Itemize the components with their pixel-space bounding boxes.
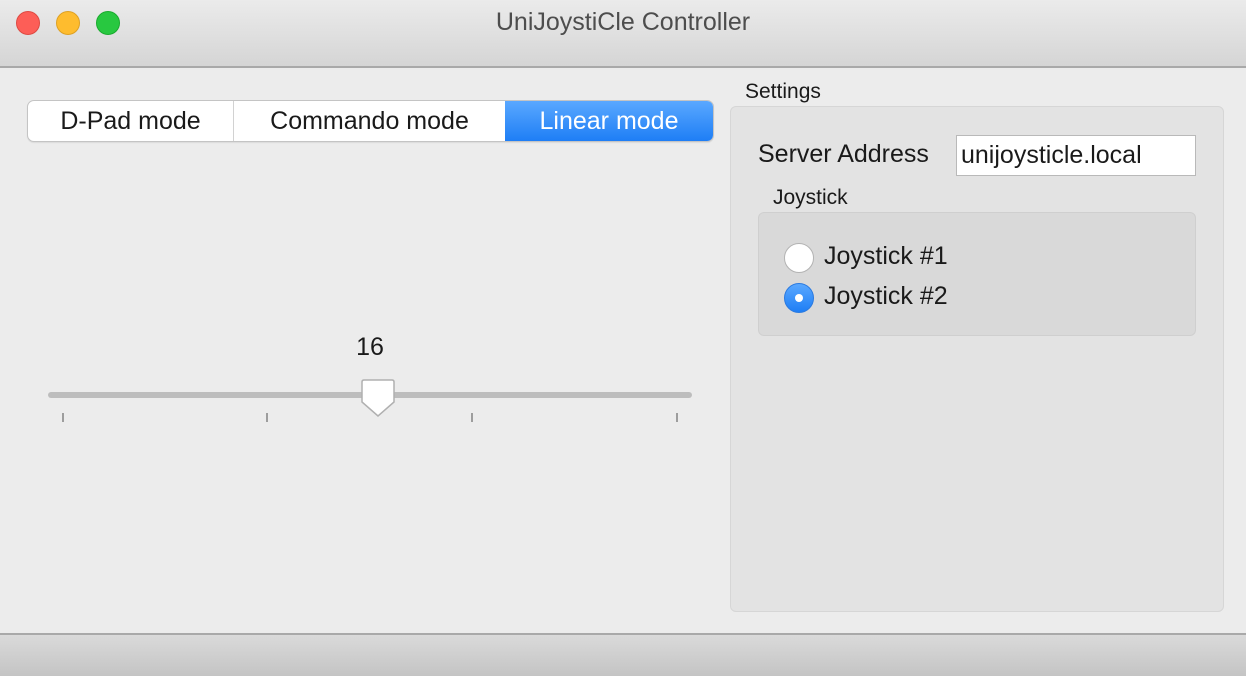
slider-tick <box>62 413 64 422</box>
bottom-bar <box>0 633 1246 676</box>
joystick-2-radio[interactable] <box>784 283 814 313</box>
slider-tick <box>266 413 268 422</box>
joystick-1-label[interactable]: Joystick #1 <box>824 242 948 271</box>
window-title: UniJoystiCle Controller <box>495 8 751 36</box>
joystick-1-radio[interactable] <box>784 243 814 273</box>
slider-tick <box>676 413 678 422</box>
app-window: UniJoystiCle Controller D-Pad mode Comma… <box>0 0 1246 676</box>
radio-selected-dot <box>795 294 803 302</box>
slider-tick <box>471 413 473 422</box>
server-address-field[interactable] <box>956 135 1196 176</box>
server-address-label: Server Address <box>758 140 929 168</box>
segment-dpad-mode[interactable]: D-Pad mode <box>28 101 234 141</box>
joystick-2-label[interactable]: Joystick #2 <box>824 282 948 311</box>
mode-segmented-control: D-Pad mode Commando mode Linear mode <box>27 100 714 142</box>
segment-commando-mode[interactable]: Commando mode <box>234 101 505 141</box>
settings-group-title: Settings <box>745 80 821 103</box>
joystick-group-box <box>758 212 1196 336</box>
slider-value-label: 16 <box>356 333 384 361</box>
segment-linear-mode[interactable]: Linear mode <box>505 101 713 141</box>
slider-thumb[interactable] <box>360 378 396 418</box>
settings-group-box <box>730 106 1224 612</box>
title-bar[interactable]: UniJoystiCle Controller <box>0 0 1246 68</box>
joystick-group-title: Joystick <box>773 186 848 209</box>
